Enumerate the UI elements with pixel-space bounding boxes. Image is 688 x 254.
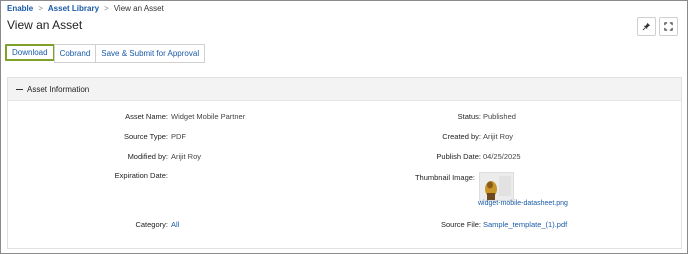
breadcrumb-enable[interactable]: Enable	[7, 4, 33, 13]
category-label: Category:	[135, 220, 168, 229]
modified-by-value: Arijit Roy	[171, 152, 202, 161]
asset-name-value: Widget Mobile Partner	[171, 112, 246, 121]
cobrand-button[interactable]: Cobrand	[53, 44, 97, 63]
category-link[interactable]: All	[171, 220, 179, 229]
source-file-link[interactable]: Sample_template_(1).pdf	[483, 220, 567, 229]
expiration-date-label: Expiration Date:	[114, 171, 168, 180]
breadcrumb-asset-library[interactable]: Asset Library	[48, 4, 99, 13]
header-actions	[637, 17, 678, 36]
publish-date-value: 04/25/2025	[483, 152, 521, 161]
status-label: Status:	[457, 112, 481, 121]
source-type-label: Source Type:	[123, 132, 168, 141]
panel-title: Asset Information	[27, 84, 90, 94]
breadcrumb-current: View an Asset	[113, 4, 164, 13]
pin-icon	[642, 22, 651, 31]
source-type-value: PDF	[171, 132, 186, 141]
asset-information-panel: Asset Information	[7, 77, 682, 249]
page-title: View an Asset	[7, 18, 83, 32]
download-button[interactable]: Download	[5, 44, 55, 61]
status-value: Published	[483, 112, 516, 121]
pin-button[interactable]	[637, 17, 656, 36]
collapse-icon[interactable]	[16, 88, 23, 90]
expand-button[interactable]	[659, 17, 678, 36]
source-file-label: Source File:	[440, 220, 481, 229]
thumbnail-file-link[interactable]: widget-mobile-datasheet.png	[478, 200, 568, 207]
created-by-value: Arijit Roy	[483, 132, 514, 141]
expand-icon	[664, 22, 673, 31]
action-toolbar: Download Cobrand Save & Submit for Appro…	[5, 44, 206, 63]
thumbnail-image[interactable]	[479, 172, 514, 201]
save-submit-approval-button[interactable]: Save & Submit for Approval	[95, 44, 206, 63]
thumbnail-preview-image	[480, 173, 513, 200]
thumbnail-image-label: Thumbnail Image:	[414, 173, 475, 182]
created-by-label: Created by:	[442, 132, 481, 141]
breadcrumb: Enable > Asset Library > View an Asset	[7, 4, 164, 13]
chevron-right-icon: >	[38, 4, 43, 13]
asset-name-label: Asset Name:	[125, 112, 168, 121]
chevron-right-icon: >	[104, 4, 109, 13]
publish-date-label: Publish Date:	[436, 152, 481, 161]
panel-header[interactable]: Asset Information	[8, 78, 681, 101]
modified-by-label: Modified by:	[127, 152, 168, 161]
